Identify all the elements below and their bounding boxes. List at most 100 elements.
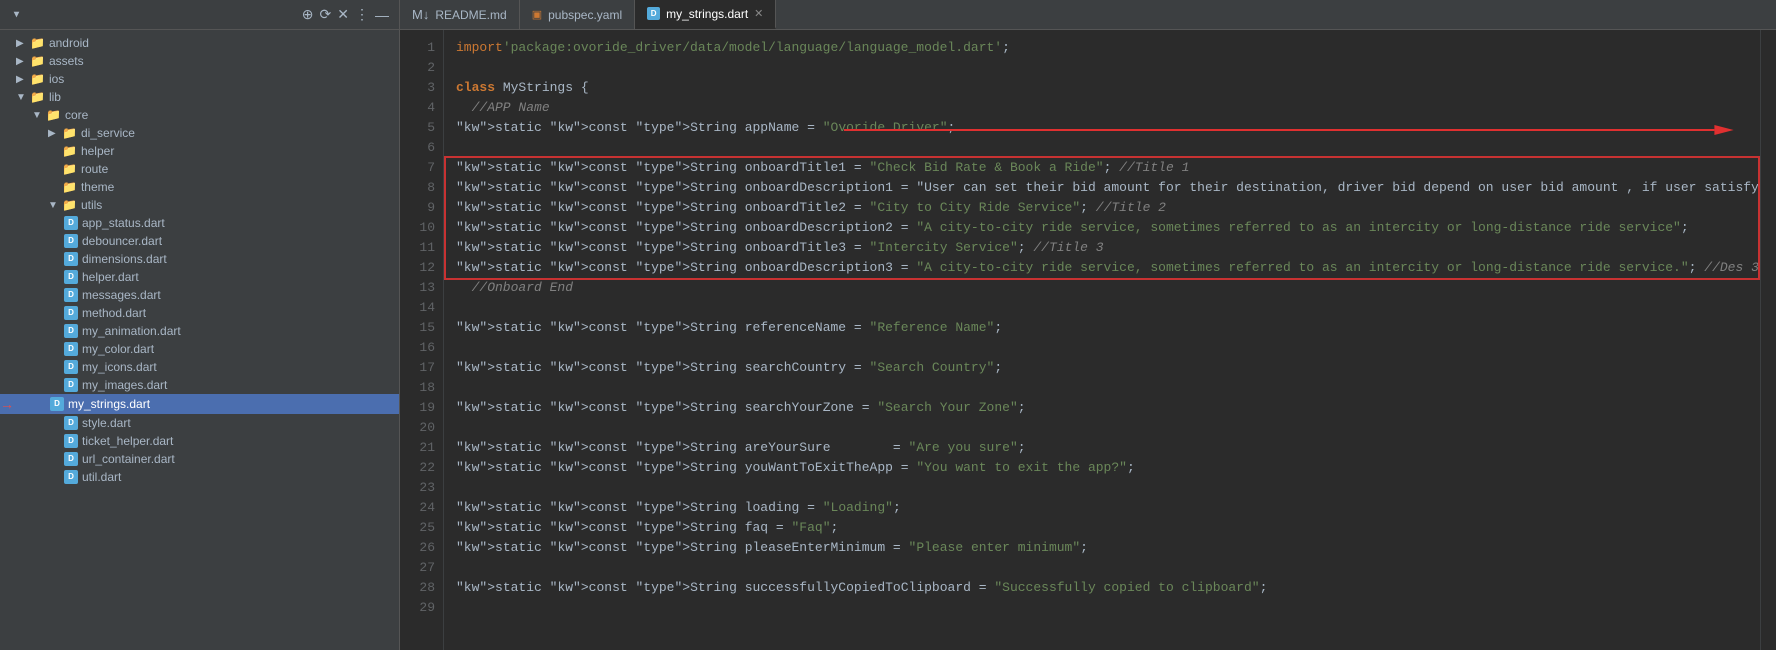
- folder-icon: 📁: [62, 198, 77, 212]
- collapse-arrow: ▶: [16, 56, 30, 67]
- collapse-arrow: ▶: [16, 74, 30, 85]
- dart-file-icon: D: [64, 288, 78, 302]
- dart-file-icon: D: [64, 306, 78, 320]
- sidebar-item-di_service[interactable]: ▶ 📁 di_service: [0, 124, 399, 142]
- sync-icon[interactable]: ⟳: [320, 6, 332, 23]
- dart-file-icon: D: [64, 270, 78, 284]
- file-tree: ▶ 📁 android ▶ 📁 assets ▶ 📁 ios ▼ 📁 lib: [0, 30, 399, 650]
- tab-pubspec[interactable]: ▣ pubspec.yaml: [520, 0, 635, 29]
- sidebar-item-my_color[interactable]: D my_color.dart: [0, 340, 399, 358]
- code-line: "kw">static "kw">const "type">String loa…: [456, 498, 1748, 518]
- item-label: assets: [49, 54, 84, 68]
- collapse-arrow: ▶: [16, 38, 30, 49]
- item-label: my_animation.dart: [82, 324, 181, 338]
- sidebar-item-debouncer[interactable]: D debouncer.dart: [0, 232, 399, 250]
- sidebar-item-style[interactable]: D style.dart: [0, 414, 399, 432]
- code-line: "kw">static "kw">const "type">String onb…: [456, 218, 1748, 238]
- sidebar-item-method[interactable]: D method.dart: [0, 304, 399, 322]
- item-label: messages.dart: [82, 288, 161, 302]
- code-line: "kw">static "kw">const "type">String onb…: [456, 198, 1748, 218]
- item-label: dimensions.dart: [82, 252, 167, 266]
- sidebar-item-url_container[interactable]: D url_container.dart: [0, 450, 399, 468]
- code-line: "kw">static "kw">const "type">String ref…: [456, 318, 1748, 338]
- collapse-arrow: ▶: [48, 128, 62, 139]
- dart-file-icon: D: [64, 416, 78, 430]
- code-content[interactable]: import 'package:ovoride_driver/data/mode…: [444, 30, 1760, 650]
- md-icon: M↓: [412, 7, 429, 22]
- code-line: "kw">static "kw">const "type">String onb…: [456, 178, 1748, 198]
- dart-file-icon: D: [64, 216, 78, 230]
- sidebar-item-core[interactable]: ▼ 📁 core: [0, 106, 399, 124]
- dart-file-icon: D: [64, 470, 78, 484]
- code-line: [456, 338, 1748, 358]
- code-line: "kw">static "kw">const "type">String faq…: [456, 518, 1748, 538]
- folder-icon: 📁: [62, 126, 77, 140]
- minimize-icon[interactable]: —: [375, 7, 389, 23]
- item-label: helper.dart: [82, 270, 139, 284]
- sidebar-item-my_icons[interactable]: D my_icons.dart: [0, 358, 399, 376]
- collapse-arrow: ▼: [48, 200, 62, 211]
- sidebar-item-my_animation[interactable]: D my_animation.dart: [0, 322, 399, 340]
- tab-my-strings[interactable]: D my_strings.dart ✕: [635, 0, 776, 29]
- dart-file-icon: D: [64, 452, 78, 466]
- tab-bar: M↓ README.md ▣ pubspec.yaml D my_strings…: [400, 0, 1776, 30]
- sidebar-item-helper[interactable]: 📁 helper: [0, 142, 399, 160]
- item-label: utils: [81, 198, 102, 212]
- tab-close-icon[interactable]: ✕: [754, 7, 763, 20]
- sidebar-item-route[interactable]: 📁 route: [0, 160, 399, 178]
- item-label: route: [81, 162, 108, 176]
- tab-label: my_strings.dart: [666, 7, 748, 21]
- sidebar-item-ticket_helper[interactable]: D ticket_helper.dart: [0, 432, 399, 450]
- sidebar-item-utils[interactable]: ▼ 📁 utils: [0, 196, 399, 214]
- item-label: util.dart: [82, 470, 121, 484]
- add-icon[interactable]: ⊕: [302, 6, 314, 23]
- folder-icon: 📁: [30, 90, 45, 104]
- item-label: lib: [49, 90, 61, 104]
- sidebar-item-app_status[interactable]: D app_status.dart: [0, 214, 399, 232]
- item-label: my_images.dart: [82, 378, 167, 392]
- sidebar-item-ios[interactable]: ▶ 📁 ios: [0, 70, 399, 88]
- item-label: my_strings.dart: [68, 397, 150, 411]
- folder-icon: 📁: [30, 72, 45, 86]
- code-line: import 'package:ovoride_driver/data/mode…: [456, 38, 1748, 58]
- item-label: theme: [81, 180, 114, 194]
- tab-readme[interactable]: M↓ README.md: [400, 0, 520, 29]
- item-label: my_icons.dart: [82, 360, 157, 374]
- code-line: [456, 418, 1748, 438]
- dart-file-icon: D: [64, 342, 78, 356]
- sidebar-toolbar: ⊕ ⟳ ✕ ⋮ —: [302, 6, 389, 23]
- sidebar-item-assets[interactable]: ▶ 📁 assets: [0, 52, 399, 70]
- dart-file-icon: D: [64, 234, 78, 248]
- close-icon[interactable]: ✕: [337, 6, 349, 23]
- code-line: "kw">static "kw">const "type">String you…: [456, 458, 1748, 478]
- code-line: "kw">static "kw">const "type">String app…: [456, 118, 1748, 138]
- code-line: [456, 298, 1748, 318]
- item-label: ticket_helper.dart: [82, 434, 173, 448]
- sidebar-item-util[interactable]: D util.dart: [0, 468, 399, 486]
- more-icon[interactable]: ⋮: [355, 6, 369, 23]
- sidebar-item-my_strings[interactable]: → D my_strings.dart: [0, 394, 399, 414]
- tab-label: pubspec.yaml: [548, 8, 622, 22]
- sidebar-item-messages[interactable]: D messages.dart: [0, 286, 399, 304]
- line-numbers: 1234567891011121314151617181920212223242…: [400, 30, 444, 650]
- scrollbar-gutter: [1760, 30, 1776, 650]
- sidebar-title: ▾: [10, 9, 19, 20]
- folder-icon: 📁: [62, 144, 77, 158]
- code-line: class MyStrings {: [456, 78, 1748, 98]
- folder-icon: 📁: [62, 180, 77, 194]
- item-label: core: [65, 108, 88, 122]
- sidebar-item-theme[interactable]: 📁 theme: [0, 178, 399, 196]
- sidebar-item-helper-dart[interactable]: D helper.dart: [0, 268, 399, 286]
- code-line: [456, 378, 1748, 398]
- code-line: //Onboard End: [456, 278, 1748, 298]
- dart-file-icon: D: [50, 397, 64, 411]
- item-label: app_status.dart: [82, 216, 165, 230]
- sidebar-item-dimensions[interactable]: D dimensions.dart: [0, 250, 399, 268]
- sidebar-item-my_images[interactable]: D my_images.dart: [0, 376, 399, 394]
- dart-file-icon: D: [64, 378, 78, 392]
- code-line: "kw">static "kw">const "type">String sea…: [456, 358, 1748, 378]
- code-line: [456, 558, 1748, 578]
- sidebar-item-android[interactable]: ▶ 📁 android: [0, 34, 399, 52]
- dart-file-icon: D: [64, 252, 78, 266]
- sidebar-item-lib[interactable]: ▼ 📁 lib: [0, 88, 399, 106]
